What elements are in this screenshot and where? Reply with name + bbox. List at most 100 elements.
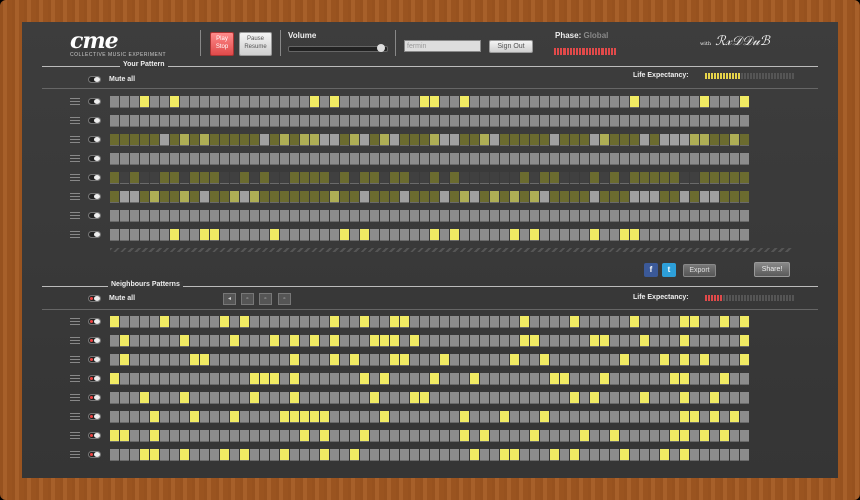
step-cell[interactable] xyxy=(290,153,299,165)
step-cell[interactable] xyxy=(480,335,489,347)
step-cell[interactable] xyxy=(110,172,119,184)
step-cell[interactable] xyxy=(580,96,589,108)
step-cell[interactable] xyxy=(110,191,119,203)
step-cell[interactable] xyxy=(740,115,749,127)
step-cell[interactable] xyxy=(460,229,469,241)
step-cell[interactable] xyxy=(490,115,499,127)
step-cell[interactable] xyxy=(720,210,729,222)
step-cell[interactable] xyxy=(530,172,539,184)
step-cell[interactable] xyxy=(460,172,469,184)
step-cell[interactable] xyxy=(670,96,679,108)
step-cell[interactable] xyxy=(730,153,739,165)
step-cell[interactable] xyxy=(580,430,589,442)
step-cell[interactable] xyxy=(510,316,519,328)
step-cell[interactable] xyxy=(260,229,269,241)
step-cell[interactable] xyxy=(640,134,649,146)
step-cell[interactable] xyxy=(270,392,279,404)
step-cell[interactable] xyxy=(700,191,709,203)
step-cell[interactable] xyxy=(550,229,559,241)
step-cell[interactable] xyxy=(740,373,749,385)
step-cell[interactable] xyxy=(230,210,239,222)
step-cell[interactable] xyxy=(460,430,469,442)
step-cell[interactable] xyxy=(370,134,379,146)
step-cell[interactable] xyxy=(590,115,599,127)
step-cell[interactable] xyxy=(180,229,189,241)
step-cell[interactable] xyxy=(390,134,399,146)
step-cell[interactable] xyxy=(600,335,609,347)
step-cell[interactable] xyxy=(540,411,549,423)
step-cell[interactable] xyxy=(430,210,439,222)
step-cell[interactable] xyxy=(310,411,319,423)
step-cell[interactable] xyxy=(170,96,179,108)
step-cell[interactable] xyxy=(280,354,289,366)
step-cell[interactable] xyxy=(740,354,749,366)
step-cell[interactable] xyxy=(640,335,649,347)
step-cell[interactable] xyxy=(340,210,349,222)
step-cell[interactable] xyxy=(160,411,169,423)
step-cell[interactable] xyxy=(550,373,559,385)
step-cell[interactable] xyxy=(580,316,589,328)
step-cell[interactable] xyxy=(630,316,639,328)
step-cell[interactable] xyxy=(440,96,449,108)
step-cell[interactable] xyxy=(290,316,299,328)
step-cell[interactable] xyxy=(280,316,289,328)
step-cell[interactable] xyxy=(570,115,579,127)
step-cell[interactable] xyxy=(650,316,659,328)
step-cell[interactable] xyxy=(220,229,229,241)
row-mute-toggle[interactable] xyxy=(88,136,101,143)
step-cell[interactable] xyxy=(440,430,449,442)
step-cell[interactable] xyxy=(530,430,539,442)
step-cell[interactable] xyxy=(220,411,229,423)
step-cell[interactable] xyxy=(580,373,589,385)
step-cell[interactable] xyxy=(640,449,649,461)
step-cell[interactable] xyxy=(350,134,359,146)
step-cell[interactable] xyxy=(660,153,669,165)
step-cell[interactable] xyxy=(210,335,219,347)
step-cell[interactable] xyxy=(630,96,639,108)
step-cell[interactable] xyxy=(410,411,419,423)
step-cell[interactable] xyxy=(640,210,649,222)
step-cell[interactable] xyxy=(490,335,499,347)
step-cell[interactable] xyxy=(230,316,239,328)
step-cell[interactable] xyxy=(710,115,719,127)
step-cell[interactable] xyxy=(640,172,649,184)
step-cell[interactable] xyxy=(620,115,629,127)
step-cell[interactable] xyxy=(250,316,259,328)
step-cell[interactable] xyxy=(500,229,509,241)
drag-handle-icon[interactable] xyxy=(70,193,80,201)
step-cell[interactable] xyxy=(570,411,579,423)
step-cell[interactable] xyxy=(600,392,609,404)
step-cell[interactable] xyxy=(630,449,639,461)
step-cell[interactable] xyxy=(110,134,119,146)
step-cell[interactable] xyxy=(720,134,729,146)
step-cell[interactable] xyxy=(120,153,129,165)
step-cell[interactable] xyxy=(360,373,369,385)
step-cell[interactable] xyxy=(370,449,379,461)
step-cell[interactable] xyxy=(200,335,209,347)
step-cell[interactable] xyxy=(740,96,749,108)
step-cell[interactable] xyxy=(500,354,509,366)
step-cell[interactable] xyxy=(310,354,319,366)
step-cell[interactable] xyxy=(480,153,489,165)
step-cell[interactable] xyxy=(590,335,599,347)
step-cell[interactable] xyxy=(260,210,269,222)
step-cell[interactable] xyxy=(460,373,469,385)
step-cell[interactable] xyxy=(360,411,369,423)
step-cell[interactable] xyxy=(180,96,189,108)
step-cell[interactable] xyxy=(580,172,589,184)
step-cell[interactable] xyxy=(380,430,389,442)
step-cell[interactable] xyxy=(150,373,159,385)
step-cell[interactable] xyxy=(230,449,239,461)
step-cell[interactable] xyxy=(310,316,319,328)
step-cell[interactable] xyxy=(700,373,709,385)
step-cell[interactable] xyxy=(610,96,619,108)
step-cell[interactable] xyxy=(310,191,319,203)
step-cell[interactable] xyxy=(280,335,289,347)
step-cell[interactable] xyxy=(180,153,189,165)
step-cell[interactable] xyxy=(610,373,619,385)
step-cell[interactable] xyxy=(430,373,439,385)
step-cell[interactable] xyxy=(460,115,469,127)
step-cell[interactable] xyxy=(250,392,259,404)
step-cell[interactable] xyxy=(330,134,339,146)
step-cell[interactable] xyxy=(590,210,599,222)
